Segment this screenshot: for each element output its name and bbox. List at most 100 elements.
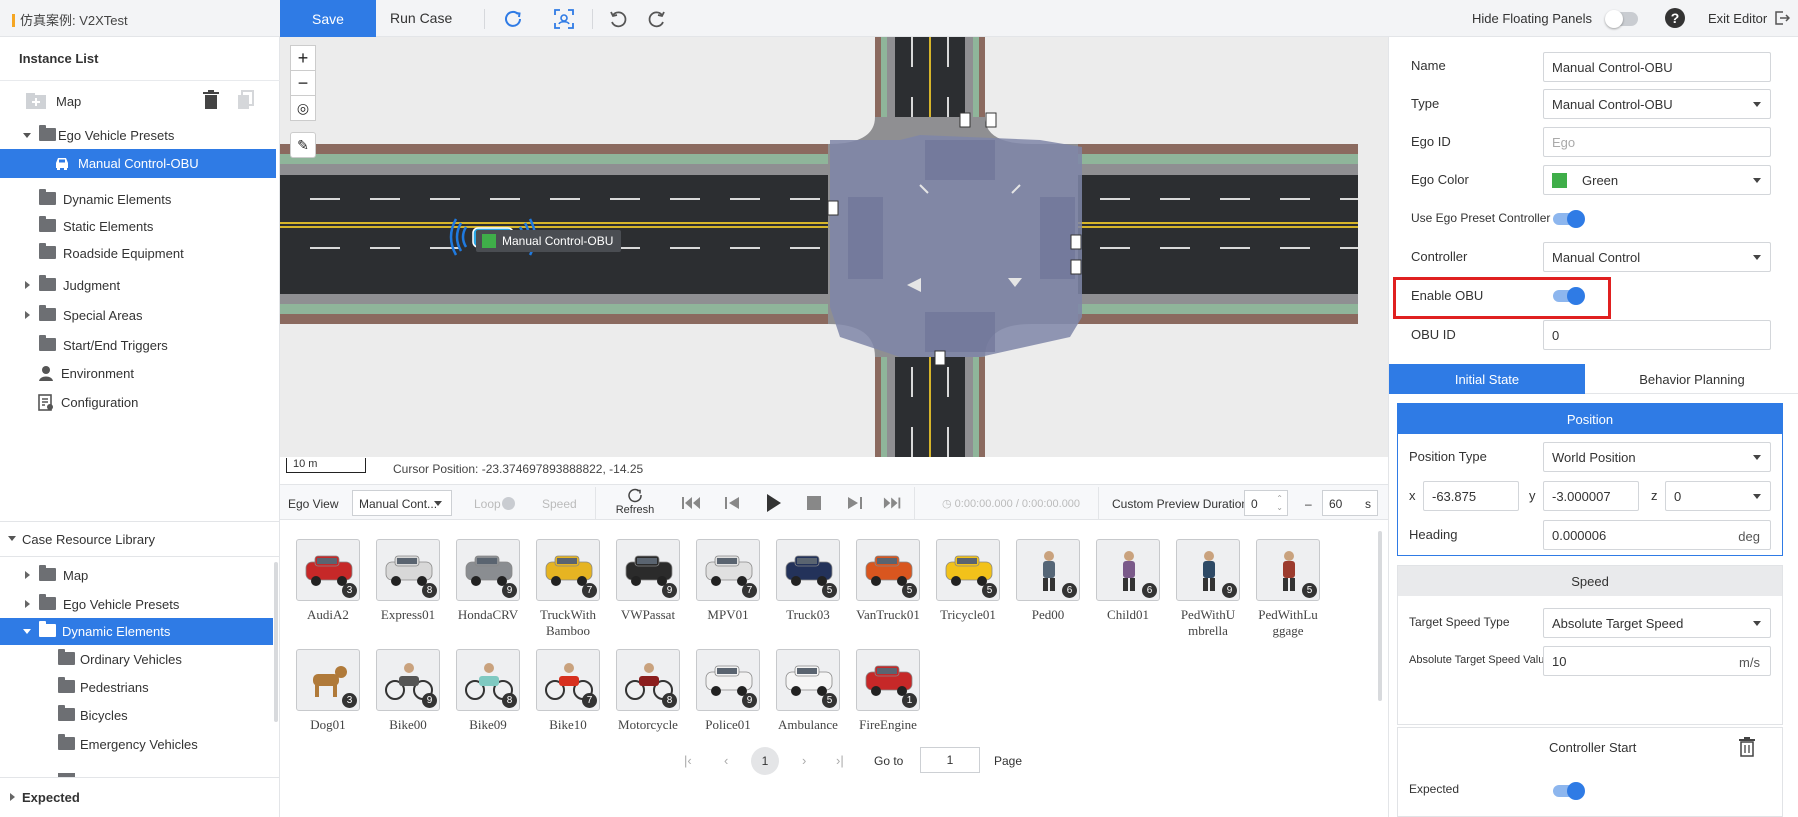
position-type-select[interactable]: World Position [1543, 442, 1771, 472]
stop-icon[interactable] [804, 495, 824, 511]
caret-right-icon[interactable] [10, 793, 15, 801]
asset-card[interactable]: 3 Dog01 [296, 649, 360, 733]
tree-item-static-elements[interactable]: Static Elements [0, 213, 276, 240]
ego-color-select[interactable]: Green [1543, 165, 1771, 195]
abs-speed-input[interactable]: 10 m/s [1543, 646, 1771, 676]
asset-card[interactable]: 8 Motorcycle [616, 649, 680, 733]
tree-item-manual-control-obu[interactable]: Manual Control-OBU [0, 149, 276, 178]
library-item-map[interactable]: Map [0, 562, 276, 589]
library-item-bicycles[interactable]: Bicycles [0, 702, 276, 729]
preview-start-input[interactable]: 0 ⌃ ⌄ [1244, 490, 1288, 516]
library-item-dynamic-elements[interactable]: Dynamic Elements [0, 618, 273, 645]
caret-right-icon[interactable] [25, 600, 30, 608]
refresh-preview-button[interactable]: Refresh [610, 487, 660, 516]
asset-card[interactable]: 6 Child01 [1096, 539, 1160, 623]
focus-frame-icon[interactable] [553, 8, 575, 30]
library-item-ordinary-vehicles[interactable]: Ordinary Vehicles [0, 646, 276, 673]
map-canvas[interactable]: + − ◎ ✎ Manual Control-OBU [280, 37, 1388, 457]
expected-section-header[interactable]: Expected [0, 777, 280, 817]
caret-right-icon[interactable] [25, 281, 30, 289]
obu-id-input[interactable]: 0 [1543, 320, 1771, 350]
tree-item-judgment[interactable]: Judgment [0, 272, 276, 299]
last-page-icon[interactable]: ›| [836, 753, 844, 768]
tree-item-ego-vehicle-presets[interactable]: Ego Vehicle Presets [0, 122, 276, 149]
type-select[interactable]: Manual Control-OBU [1543, 89, 1771, 119]
tree-item-start-end-triggers[interactable]: Start/End Triggers [0, 332, 276, 359]
library-item-ego-vehicle-presets[interactable]: Ego Vehicle Presets [0, 591, 276, 618]
prev-page-icon[interactable]: ‹ [724, 753, 728, 768]
save-button[interactable]: Save [280, 0, 376, 37]
asset-card[interactable]: 9 Police01 [696, 649, 760, 733]
asset-card[interactable]: 8 Express01 [376, 539, 440, 623]
run-case-button[interactable]: Run Case [390, 10, 452, 26]
help-icon[interactable]: ? [1664, 7, 1686, 29]
asset-card[interactable]: 8 Bike09 [456, 649, 520, 733]
tree-item-environment[interactable]: Environment [0, 360, 276, 387]
preview-end-input[interactable]: 60 s [1322, 490, 1378, 516]
z-select[interactable]: 0 [1665, 481, 1771, 511]
asset-card[interactable]: 3 AudiA2 [296, 539, 360, 623]
gallery-scrollbar[interactable] [1378, 531, 1382, 701]
tree-item-configuration[interactable]: Configuration [0, 389, 276, 416]
asset-card[interactable]: 1 FireEngine [856, 649, 920, 733]
asset-card[interactable]: 7 TruckWith Bamboo [536, 539, 600, 639]
hide-floating-panels-toggle[interactable] [1605, 10, 1638, 28]
case-library-header[interactable]: Case Resource Library [0, 521, 280, 557]
asset-card[interactable]: 9 VWPassat [616, 539, 680, 623]
enable-obu-toggle[interactable] [1553, 287, 1585, 305]
zoom-in-button[interactable]: + [290, 45, 316, 71]
expected-toggle[interactable] [1553, 782, 1585, 800]
copy-icon[interactable] [237, 90, 255, 110]
library-scrollbar[interactable] [274, 562, 278, 722]
x-input[interactable]: -63.875 [1423, 481, 1519, 511]
caret-down-icon[interactable] [23, 133, 31, 138]
caret-right-icon[interactable] [25, 311, 30, 319]
asset-card[interactable]: 5 Ambulance [776, 649, 840, 733]
controller-select[interactable]: Manual Control [1543, 242, 1771, 272]
asset-card[interactable]: 9 HondaCRV [456, 539, 520, 623]
loop-toggle[interactable] [502, 497, 515, 510]
zoom-out-button[interactable]: − [290, 70, 316, 96]
y-input[interactable]: -3.000007 [1543, 481, 1639, 511]
asset-card[interactable]: 7 Bike10 [536, 649, 600, 733]
skip-to-start-icon[interactable] [681, 495, 701, 511]
tab-initial-state[interactable]: Initial State [1389, 364, 1585, 394]
asset-card[interactable]: 5 Tricycle01 [936, 539, 1000, 623]
play-icon[interactable] [763, 493, 783, 513]
ruler-icon[interactable]: ✎ [290, 132, 316, 158]
ego-id-input[interactable]: Ego [1543, 127, 1771, 157]
tree-item-special-areas[interactable]: Special Areas [0, 302, 276, 329]
goto-page-input[interactable]: 1 [920, 747, 980, 773]
asset-card[interactable]: 9 Bike00 [376, 649, 440, 733]
first-page-icon[interactable]: |‹ [684, 753, 692, 768]
caret-right-icon[interactable] [25, 571, 30, 579]
target-speed-type-select[interactable]: Absolute Target Speed [1543, 608, 1771, 638]
asset-card[interactable]: 9 PedWithU mbrella [1176, 539, 1240, 639]
refresh-icon[interactable] [502, 8, 524, 30]
caret-down-icon[interactable] [8, 536, 16, 541]
heading-input[interactable]: 0.000006 deg [1543, 520, 1771, 550]
name-input[interactable]: Manual Control-OBU [1543, 52, 1771, 82]
step-forward-icon[interactable] [844, 495, 864, 511]
caret-down-icon[interactable] [23, 629, 31, 634]
asset-card[interactable]: 5 PedWithLu ggage [1256, 539, 1320, 639]
asset-card[interactable]: 6 Ped00 [1016, 539, 1080, 623]
trash-icon[interactable] [1739, 737, 1755, 757]
page-current[interactable]: 1 [751, 747, 779, 775]
recenter-button[interactable]: ◎ [290, 95, 316, 121]
undo-icon[interactable] [607, 8, 629, 30]
asset-card[interactable]: 5 Truck03 [776, 539, 840, 623]
library-item-pedestrians[interactable]: Pedestrians [0, 674, 276, 701]
tree-item-dynamic-elements[interactable]: Dynamic Elements [0, 186, 276, 213]
tree-item-roadside-equipment[interactable]: Roadside Equipment [0, 240, 276, 267]
asset-card[interactable]: 7 MPV01 [696, 539, 760, 623]
tab-behavior-planning[interactable]: Behavior Planning [1585, 364, 1798, 394]
next-page-icon[interactable]: › [802, 753, 806, 768]
ego-view-select[interactable]: Manual Cont... [352, 490, 452, 516]
tree-item-map[interactable]: Map [0, 85, 276, 117]
library-item-emergency-vehicles[interactable]: Emergency Vehicles [0, 731, 276, 758]
skip-to-end-icon[interactable] [883, 495, 903, 511]
step-back-icon[interactable] [723, 495, 743, 511]
use-ego-preset-toggle[interactable] [1553, 210, 1585, 228]
asset-card[interactable]: 5 VanTruck01 [856, 539, 920, 623]
